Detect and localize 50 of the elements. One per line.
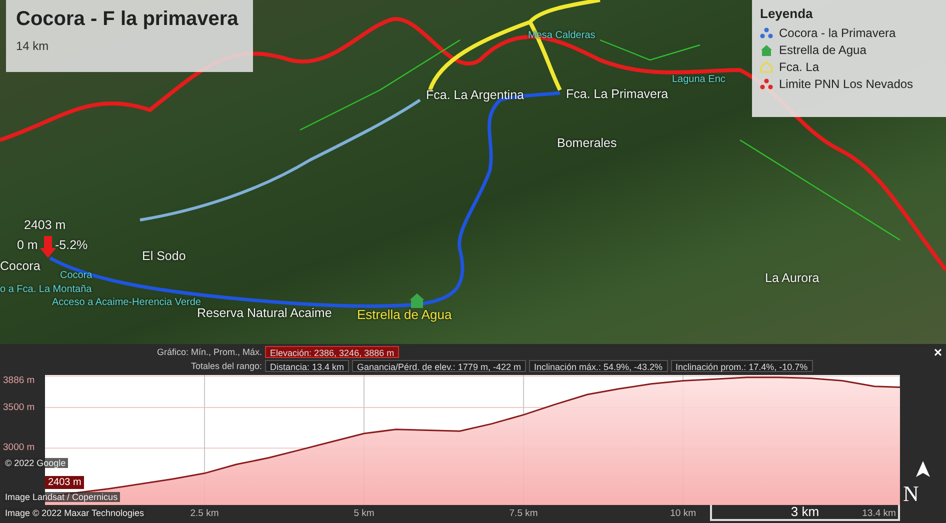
y-tick-label: 3886 m bbox=[3, 375, 35, 386]
house-icon bbox=[760, 44, 773, 56]
totals-label: Totales del rango: bbox=[190, 360, 262, 370]
house-outline-icon bbox=[760, 61, 773, 73]
map-label: Mesa Calderas bbox=[528, 30, 596, 41]
map-label: 0 m bbox=[17, 238, 38, 252]
y-tick-label: 3500 m bbox=[3, 402, 35, 412]
map-label: Fca. La Argentina bbox=[426, 88, 524, 102]
x-tick-label: 2.5 km bbox=[190, 508, 219, 519]
map-label: Reserva Natural Acaime bbox=[197, 306, 332, 320]
map-label: La Aurora bbox=[765, 271, 820, 285]
range-total: Inclinación prom.: 17.4%, -10.7% bbox=[670, 360, 813, 372]
legend-label: Limite PNN Los Nevados bbox=[779, 77, 914, 91]
map-label: o a Fca. La Montaña bbox=[0, 284, 92, 295]
dots-icon bbox=[760, 78, 773, 90]
map-label: Fca. La Primavera bbox=[566, 87, 668, 101]
x-tick-label: 5 km bbox=[354, 508, 374, 519]
attribution-text: Image Landsat / Copernicus bbox=[3, 492, 120, 502]
map-label: Cocora bbox=[60, 270, 92, 281]
legend-label: Estrella de Agua bbox=[779, 43, 866, 57]
x-tick-label: 10 km bbox=[670, 508, 696, 519]
elevation-summary: Elevación: 2386, 3246, 3886 m bbox=[265, 346, 400, 358]
map-label: 2403 m bbox=[24, 218, 66, 232]
range-total: Inclinación máx.: 54.9%, -43.2% bbox=[528, 360, 668, 372]
range-total: Ganancia/Pérd. de elev.: 1779 m, -422 m bbox=[352, 360, 526, 372]
map-label: Acceso a Acaime-Herencia Verde bbox=[52, 297, 201, 308]
legend-label: Fca. La bbox=[779, 60, 820, 74]
map-label: Laguna Enc bbox=[672, 74, 726, 85]
start-elevation-marker: 2403 m bbox=[45, 476, 84, 489]
attribution-text: Image © 2022 Maxar Technologies bbox=[3, 508, 146, 518]
attribution-text: © 2022 Google bbox=[3, 458, 68, 468]
x-tick-label: 7.5 km bbox=[509, 508, 538, 519]
close-button[interactable]: × bbox=[934, 345, 942, 359]
route-title: Cocora - F la primavera bbox=[16, 8, 240, 31]
north-label: N bbox=[903, 481, 919, 507]
legend-label: Cocora - la Primavera bbox=[779, 26, 896, 40]
dots-icon bbox=[760, 27, 773, 39]
y-tick-label: 3000 m bbox=[3, 442, 35, 454]
map-label: Estrella de Agua bbox=[357, 307, 452, 322]
range-total: Distancia: 13.4 km bbox=[265, 360, 350, 372]
map-label: El Sodo bbox=[142, 249, 186, 263]
house-icon bbox=[408, 292, 426, 308]
x-tick-label: 13.4 km bbox=[862, 508, 896, 519]
route-distance: 14 km bbox=[16, 39, 50, 53]
summary-label: Gráfico: Mín., Prom., Máx. bbox=[156, 346, 262, 356]
map-label: -5.2% bbox=[55, 238, 88, 252]
start-arrow-icon bbox=[40, 236, 56, 258]
legend-title: Leyenda bbox=[760, 6, 814, 21]
map-label: Cocora bbox=[0, 259, 40, 273]
map-label: Bomerales bbox=[557, 136, 617, 150]
